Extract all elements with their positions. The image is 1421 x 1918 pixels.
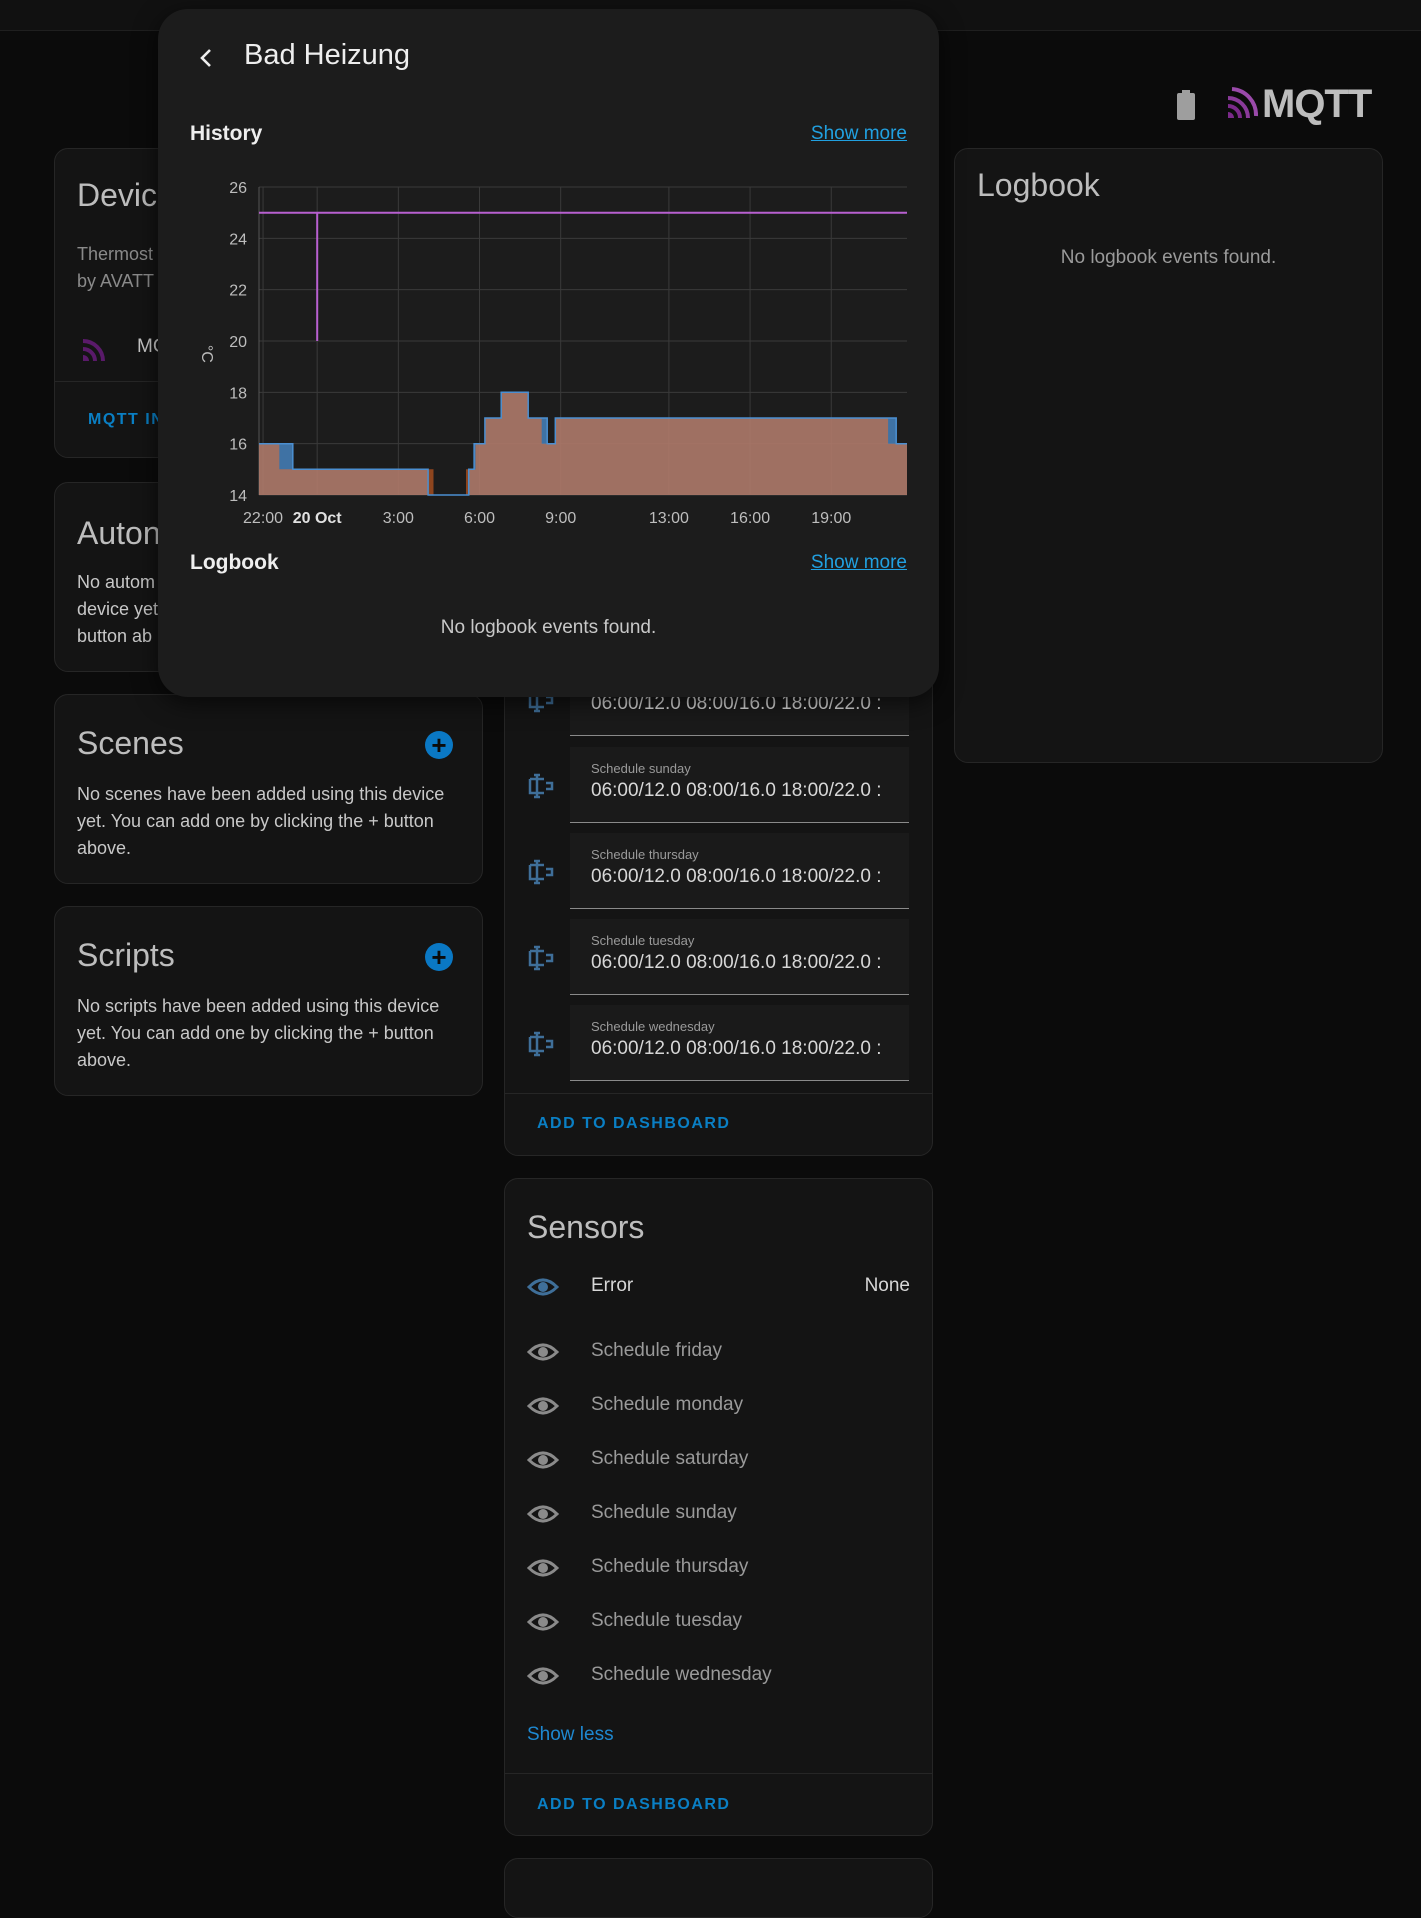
history-show-more-link[interactable]: Show more <box>811 123 907 145</box>
sensor-row-schedule-sunday[interactable]: Schedule sunday <box>505 1494 932 1534</box>
scenes-text-3: above. <box>77 838 132 858</box>
y-axis-label: °C <box>198 345 215 363</box>
x-tick-label: 22:00 <box>243 510 283 527</box>
divider <box>505 1093 932 1094</box>
scripts-text-2: yet. You can add one by clicking the + b… <box>77 1023 434 1043</box>
schedule-tuesday-field[interactable]: Schedule tuesday 06:00/12.0 08:00/16.0 1… <box>570 919 909 995</box>
mqtt-logo-text: MQTT <box>1262 82 1372 126</box>
y-tick-label: 20 <box>229 334 247 351</box>
logbook-show-more-link[interactable]: Show more <box>811 552 907 574</box>
history-chart[interactable]: 26 24 22 20 18 16 14 22:00 20 Oct 3:00 6:00 9:00 13:… <box>158 169 939 529</box>
x-tick-label: 9:00 <box>545 510 576 527</box>
device-manufacturer: by AVATT <box>77 271 155 291</box>
automations-text-2: device yet <box>77 599 159 619</box>
schedule-thursday-field[interactable]: Schedule thursday 06:00/12.0 08:00/16.0 … <box>570 833 909 909</box>
more-info-dialog: Bad Heizung History Show more 26 24 22 20 18… <box>158 9 939 697</box>
y-tick-label: 18 <box>229 385 247 402</box>
show-less-link[interactable]: Show less <box>527 1724 614 1746</box>
scripts-text-3: above. <box>77 1050 132 1070</box>
y-tick-label: 24 <box>229 231 247 248</box>
x-tick-label: 6:00 <box>464 510 495 527</box>
dialog-title: Bad Heizung <box>244 39 411 71</box>
sensor-row-schedule-tuesday[interactable]: Schedule tuesday <box>505 1602 932 1642</box>
sensors-card: Sensors Error None Schedule friday Sched… <box>504 1178 933 1836</box>
eye-icon <box>527 1278 559 1296</box>
device-info-title: Devic <box>77 177 158 213</box>
text-input-icon <box>528 773 554 799</box>
series-line-target <box>259 211 907 341</box>
history-title: History <box>190 122 263 145</box>
next-card <box>504 1858 933 1918</box>
mqtt-logo-icon <box>1227 87 1258 119</box>
automations-text-1: No autom <box>77 572 156 592</box>
text-input-icon <box>528 1031 554 1057</box>
eye-icon <box>527 1397 559 1415</box>
mqtt-info-button[interactable]: MQTT IN <box>88 411 164 429</box>
text-input-icon <box>528 859 554 885</box>
scripts-card: Scripts + No scripts have been added usi… <box>54 906 483 1096</box>
scenes-text-1: No scenes have been added using this dev… <box>77 784 445 804</box>
sensor-row-schedule-monday[interactable]: Schedule monday <box>505 1386 932 1426</box>
logbook-card: Logbook No logbook events found. <box>954 148 1383 763</box>
divider <box>505 1773 932 1774</box>
sensor-row-error[interactable]: Error None <box>505 1267 932 1307</box>
schedule-wednesday-field[interactable]: Schedule wednesday 06:00/12.0 08:00/16.0… <box>570 1005 909 1081</box>
logbook-title: Logbook <box>977 167 1100 203</box>
eye-icon <box>527 1505 559 1523</box>
eye-icon <box>527 1559 559 1577</box>
sensor-row-schedule-thursday[interactable]: Schedule thursday <box>505 1548 932 1588</box>
schedule-sunday-field[interactable]: Schedule sunday 06:00/12.0 08:00/16.0 18… <box>570 747 909 823</box>
eye-icon <box>527 1613 559 1631</box>
y-tick-label: 22 <box>229 283 247 300</box>
y-tick-label: 14 <box>229 488 247 505</box>
eye-icon <box>527 1343 559 1361</box>
scripts-title: Scripts <box>77 937 175 973</box>
mqtt-integration-icon <box>82 339 105 362</box>
logbook-title: Logbook <box>190 551 279 574</box>
x-tick-label: 19:00 <box>811 510 851 527</box>
scenes-card: Scenes + No scenes have been added using… <box>54 694 483 884</box>
battery-icon <box>1177 90 1195 120</box>
x-tick-label: 3:00 <box>383 510 414 527</box>
eye-icon <box>527 1667 559 1685</box>
sensors-title: Sensors <box>527 1209 645 1245</box>
sensor-row-schedule-friday[interactable]: Schedule friday <box>505 1332 932 1372</box>
eye-icon <box>527 1451 559 1469</box>
automations-text-3: button ab <box>77 626 153 646</box>
scripts-text-1: No scripts have been added using this de… <box>77 996 440 1016</box>
device-model: Thermost <box>77 244 154 264</box>
add-scene-button[interactable]: + <box>425 731 453 759</box>
scenes-text-2: yet. You can add one by clicking the + b… <box>77 811 434 831</box>
scenes-title: Scenes <box>77 725 184 761</box>
automations-title: Auton <box>77 515 161 551</box>
add-script-button[interactable]: + <box>425 943 453 971</box>
x-tick-label: 13:00 <box>649 510 689 527</box>
logbook-empty-text: No logbook events found. <box>440 617 657 638</box>
sensor-row-schedule-wednesday[interactable]: Schedule wednesday <box>505 1656 932 1696</box>
y-tick-label: 26 <box>229 180 247 197</box>
y-tick-label: 16 <box>229 437 247 454</box>
text-input-icon <box>528 945 554 971</box>
x-tick-label: 20 Oct <box>293 510 343 527</box>
add-to-dashboard-button[interactable]: ADD TO DASHBOARD <box>537 1115 730 1133</box>
x-tick-label: 16:00 <box>730 510 770 527</box>
logbook-empty-text: No logbook events found. <box>1060 247 1277 268</box>
add-to-dashboard-button[interactable]: ADD TO DASHBOARD <box>537 1796 730 1814</box>
back-arrow-icon[interactable] <box>194 45 220 71</box>
sensor-row-schedule-saturday[interactable]: Schedule saturday <box>505 1440 932 1480</box>
